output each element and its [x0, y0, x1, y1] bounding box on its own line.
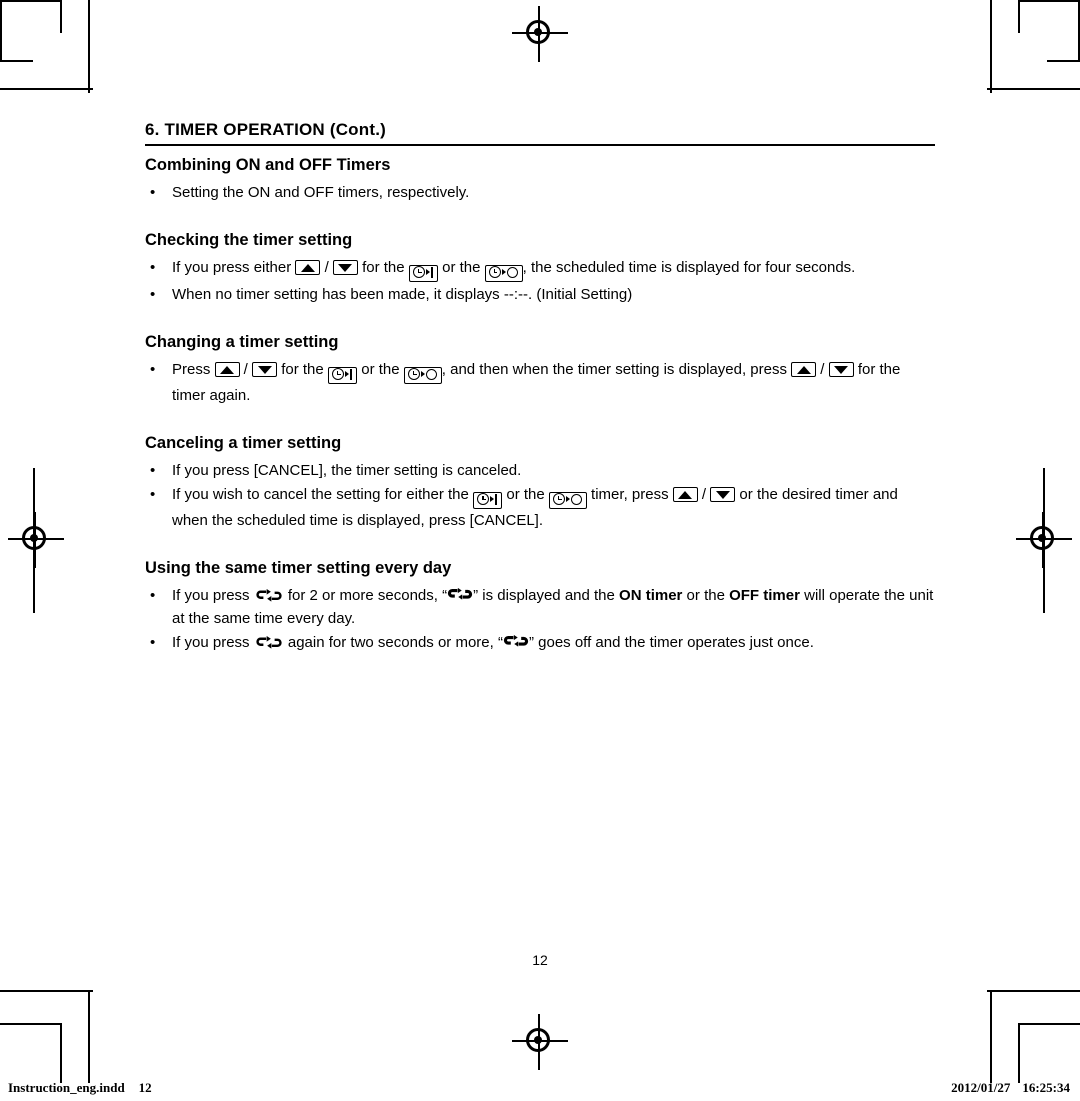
text-run: or the: [502, 486, 549, 504]
crop-mark-bottom-left: [0, 990, 95, 1085]
bullet-item: If you press [CANCEL], the timer setting…: [145, 459, 935, 482]
text-run: /: [320, 259, 333, 276]
emphasis-text: ON timer: [619, 587, 683, 605]
bullet-item: If you wish to cancel the setting for ei…: [145, 483, 935, 532]
text-run: /: [239, 361, 253, 379]
repeat-key-icon: [254, 635, 284, 650]
chapter-title: 6. TIMER OPERATION (Cont.): [145, 120, 935, 146]
timer-on-key-icon: [408, 265, 438, 283]
arrow-down-key-icon: [332, 260, 358, 275]
repeat-indicator-icon: [447, 585, 473, 603]
footer-right: 2012/01/27 16:25:34: [951, 1080, 1070, 1096]
arrow-up-key-icon: [214, 362, 240, 378]
timer-on-key-icon: [473, 492, 503, 510]
text-run: /: [697, 486, 711, 504]
timer-off-key-icon: [403, 367, 442, 385]
emphasis-text: OFF timer: [729, 587, 800, 605]
bullet-item: If you press either / for the or the , t…: [145, 256, 935, 283]
arrow-up-key-icon: [295, 260, 321, 275]
text-run: ” is displayed and the: [473, 587, 620, 605]
bullet-item: If you press for 2 or more seconds, “ ” i…: [145, 584, 935, 630]
page-content: 6. TIMER OPERATION (Cont.) Combining ON …: [145, 120, 935, 655]
arrow-down-key-icon: [252, 362, 278, 378]
section-heading: Using the same timer setting every day: [145, 559, 452, 578]
section-heading: Changing a timer setting: [145, 333, 339, 352]
footer-file-name: Instruction_eng.indd: [8, 1080, 125, 1095]
text-run: Setting the ON and OFF timers, respectiv…: [172, 184, 470, 201]
text-run: Press: [172, 361, 215, 379]
text-run: If you press [CANCEL], the timer setting…: [172, 462, 522, 480]
bullet-item: Setting the ON and OFF timers, respectiv…: [145, 181, 935, 204]
registration-mark-bottom: [512, 1014, 568, 1070]
bullet-list: Setting the ON and OFF timers, respectiv…: [145, 181, 935, 204]
text-run: If you press: [172, 634, 254, 652]
text-run: or the: [437, 259, 485, 276]
arrow-up-key-icon: [791, 362, 817, 378]
text-run: for 2 or more seconds, “: [283, 587, 448, 605]
text-run: for the: [277, 361, 328, 379]
arrow-down-key-icon: [828, 362, 854, 378]
text-run: If you press either: [172, 259, 296, 276]
bullet-item: Press / for the or the , and then when t…: [145, 358, 935, 407]
text-run: , and then when the timer setting is dis…: [441, 361, 792, 379]
bullet-item: When no timer setting has been made, it …: [145, 283, 935, 306]
crop-mark-top-right: [985, 0, 1080, 95]
text-run: If you wish to cancel the setting for ei…: [172, 486, 473, 504]
text-run: ” goes off and the timer operates just o…: [528, 634, 814, 652]
footer-time: 16:25:34: [1022, 1080, 1070, 1095]
text-run: for the: [357, 259, 409, 276]
crop-mark-top-left: [0, 0, 95, 95]
repeat-indicator-icon: [503, 632, 529, 650]
arrow-up-key-icon: [672, 487, 698, 503]
timer-on-key-icon: [327, 367, 358, 385]
timer-off-key-icon: [548, 492, 587, 510]
text-run: again for two seconds or more, “: [283, 634, 503, 652]
registration-mark-left: [8, 512, 64, 568]
text-run: If you press: [172, 587, 254, 605]
text-run: or the: [682, 587, 730, 605]
text-run: When no timer setting has been made, it …: [172, 286, 633, 304]
text-run: timer, press: [586, 486, 673, 504]
text-run: , the scheduled time is displayed for fo…: [522, 259, 856, 276]
registration-mark-top: [512, 6, 568, 62]
text-run: /: [816, 361, 829, 379]
bullet-list: If you press either / for the or the , t…: [145, 256, 935, 306]
crop-mark-bottom-right: [985, 990, 1080, 1085]
footer-file-page: 12: [138, 1080, 152, 1095]
section-heading: Canceling a timer setting: [145, 434, 342, 453]
page-number: 12: [532, 952, 548, 968]
footer-date: 2012/01/27: [951, 1080, 1011, 1095]
bullet-list: If you press for 2 or more seconds, “ ” i…: [145, 584, 935, 654]
sections-container: Combining ON and OFF Timers Setting the O…: [145, 156, 935, 654]
bullet-list: Press / for the or the , and then when t…: [145, 358, 935, 407]
section-heading: Combining ON and OFF Timers: [145, 156, 391, 174]
bullet-item: If you press again for two seconds or mo…: [145, 631, 935, 654]
bullet-list: If you press [CANCEL], the timer setting…: [145, 459, 935, 532]
timer-off-key-icon: [484, 265, 523, 283]
text-run: or the: [357, 361, 404, 379]
repeat-key-icon: [254, 588, 284, 603]
arrow-down-key-icon: [710, 487, 736, 503]
footer-left: Instruction_eng.indd 12: [8, 1080, 152, 1096]
section-heading: Checking the timer setting: [145, 231, 353, 249]
